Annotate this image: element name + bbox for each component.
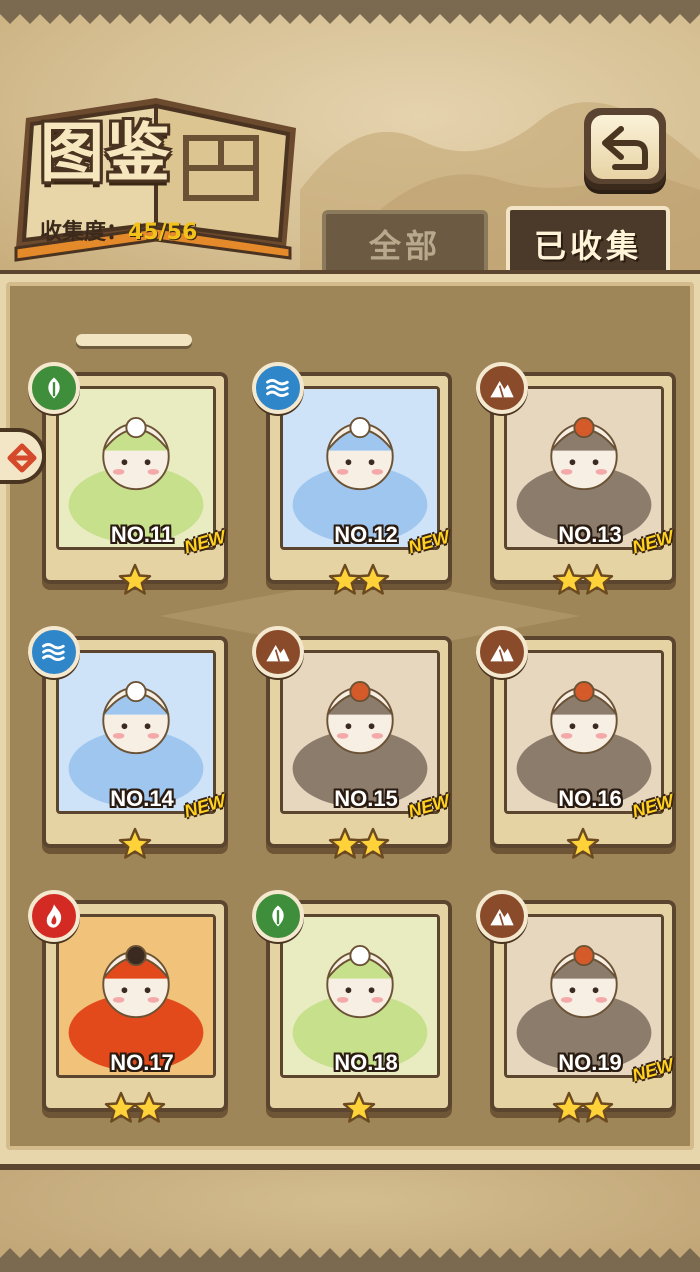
card-number: NO.18 — [334, 1050, 398, 1075]
star-rating — [42, 562, 228, 598]
star-rating — [266, 1090, 452, 1126]
arrow-icon — [7, 443, 37, 473]
earth-element-icon — [476, 890, 528, 942]
earth-element-icon — [476, 626, 528, 678]
fire-element-icon — [28, 890, 80, 942]
back-arrow-icon — [602, 126, 648, 170]
star-rating — [266, 562, 452, 598]
tab-all[interactable]: 全部 — [322, 210, 488, 274]
tab-collected[interactable]: 已收集 — [506, 206, 670, 278]
card-grid-panel[interactable]: NO.11 NEW NO.12 NEW NO.13 NEW NO.14 NEW … — [6, 282, 694, 1150]
earth-element-icon — [252, 626, 304, 678]
leaf-element-icon — [28, 362, 80, 414]
star-icon — [565, 826, 601, 862]
star-icon — [131, 1090, 167, 1126]
star-rating — [490, 1090, 676, 1126]
card-number: NO.17 — [110, 1050, 174, 1075]
page-title: 图鉴 — [40, 117, 172, 191]
water-element-icon — [252, 362, 304, 414]
creature-card[interactable]: NO.18 — [252, 890, 454, 1136]
star-rating — [266, 826, 452, 862]
star-icon — [579, 562, 615, 598]
creature-card[interactable]: NO.15 NEW — [252, 626, 454, 872]
star-rating — [490, 562, 676, 598]
scroll-indicator[interactable] — [76, 334, 192, 346]
bottom-zigzag-border — [0, 1248, 700, 1272]
star-rating — [490, 826, 676, 862]
star-icon — [341, 1090, 377, 1126]
creature-card[interactable]: NO.14 NEW — [28, 626, 230, 872]
star-icon — [355, 562, 391, 598]
collection-progress: 收集度：45/56 — [40, 214, 197, 246]
top-zigzag-border — [0, 0, 700, 24]
star-rating — [42, 1090, 228, 1126]
creature-card[interactable]: NO.16 NEW — [476, 626, 678, 872]
collection-label: 收集度： — [40, 220, 129, 245]
star-icon — [117, 562, 153, 598]
back-button[interactable] — [584, 108, 666, 190]
creature-card[interactable]: NO.11 NEW — [28, 362, 230, 608]
star-icon — [579, 1090, 615, 1126]
star-icon — [117, 826, 153, 862]
earth-element-icon — [476, 362, 528, 414]
star-icon — [355, 826, 391, 862]
creature-card[interactable]: NO.13 NEW — [476, 362, 678, 608]
star-rating — [42, 826, 228, 862]
water-element-icon — [28, 626, 80, 678]
creature-card[interactable]: NO.12 NEW — [252, 362, 454, 608]
leaf-element-icon — [252, 890, 304, 942]
collection-value: 45/56 — [128, 220, 198, 245]
creature-card[interactable]: NO.17 — [28, 890, 230, 1136]
creature-card[interactable]: NO.19 NEW — [476, 890, 678, 1136]
